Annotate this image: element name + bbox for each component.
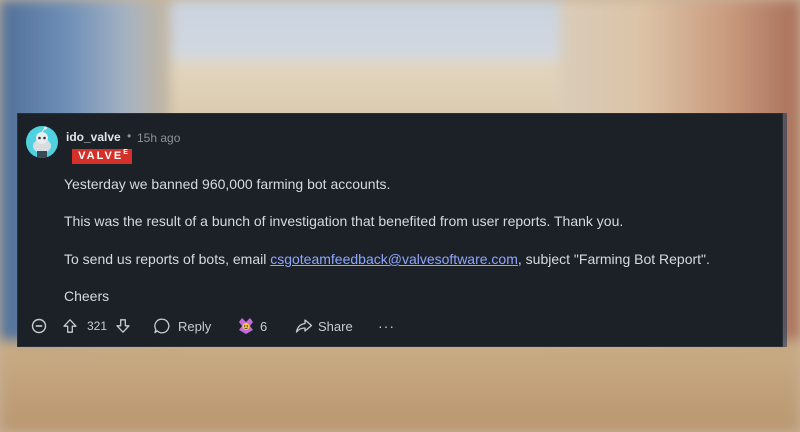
comment-card: ido_valve • 15h ago VALVEE Yesterday we … xyxy=(17,113,783,347)
arrow-down-icon xyxy=(116,319,130,333)
collapse-button[interactable] xyxy=(31,314,47,338)
username[interactable]: ido_valve xyxy=(66,130,121,144)
flair-superscript: E xyxy=(123,149,128,156)
comment-paragraph-2: This was the result of a bunch of invest… xyxy=(64,213,624,229)
minus-circle-icon xyxy=(31,318,47,334)
comment-paragraph-3: To send us reports of bots, email csgote… xyxy=(64,251,710,267)
card-edge-shadow xyxy=(783,113,787,347)
reply-button[interactable]: Reply xyxy=(178,314,211,338)
arrow-up-icon xyxy=(63,319,77,333)
reply-icon-button[interactable] xyxy=(153,314,171,338)
comment-paragraph-1: Yesterday we banned 960,000 farming bot … xyxy=(64,176,391,192)
share-button[interactable]: Share xyxy=(318,314,353,338)
user-avatar[interactable] xyxy=(26,126,58,158)
timestamp[interactable]: 15h ago xyxy=(137,131,180,145)
award-count: 6 xyxy=(260,318,268,334)
award-icon xyxy=(239,318,253,334)
contact-prefix: To send us reports of bots, email xyxy=(64,251,271,267)
snoo-avatar-icon xyxy=(33,126,51,158)
award-button[interactable] xyxy=(236,314,256,338)
more-options-button[interactable]: ··· xyxy=(378,314,395,338)
user-flair-badge: VALVEE xyxy=(72,149,132,164)
share-arrow-icon xyxy=(295,319,313,333)
comment-signoff: Cheers xyxy=(64,288,110,304)
downvote-button[interactable] xyxy=(115,314,131,338)
meta-separator: • xyxy=(127,129,132,143)
speech-bubble-icon xyxy=(154,318,170,334)
share-icon-button[interactable] xyxy=(295,314,313,338)
contact-suffix: , subject "Farming Bot Report". xyxy=(517,251,710,267)
vote-score: 321 xyxy=(87,319,108,333)
upvote-button[interactable] xyxy=(62,314,78,338)
email-link[interactable]: csgoteamfeedback@valvesoftware.com xyxy=(270,251,518,267)
flair-text: VALVE xyxy=(78,150,124,162)
comment-action-bar: 321 Reply 6 Share ··· xyxy=(18,314,782,338)
